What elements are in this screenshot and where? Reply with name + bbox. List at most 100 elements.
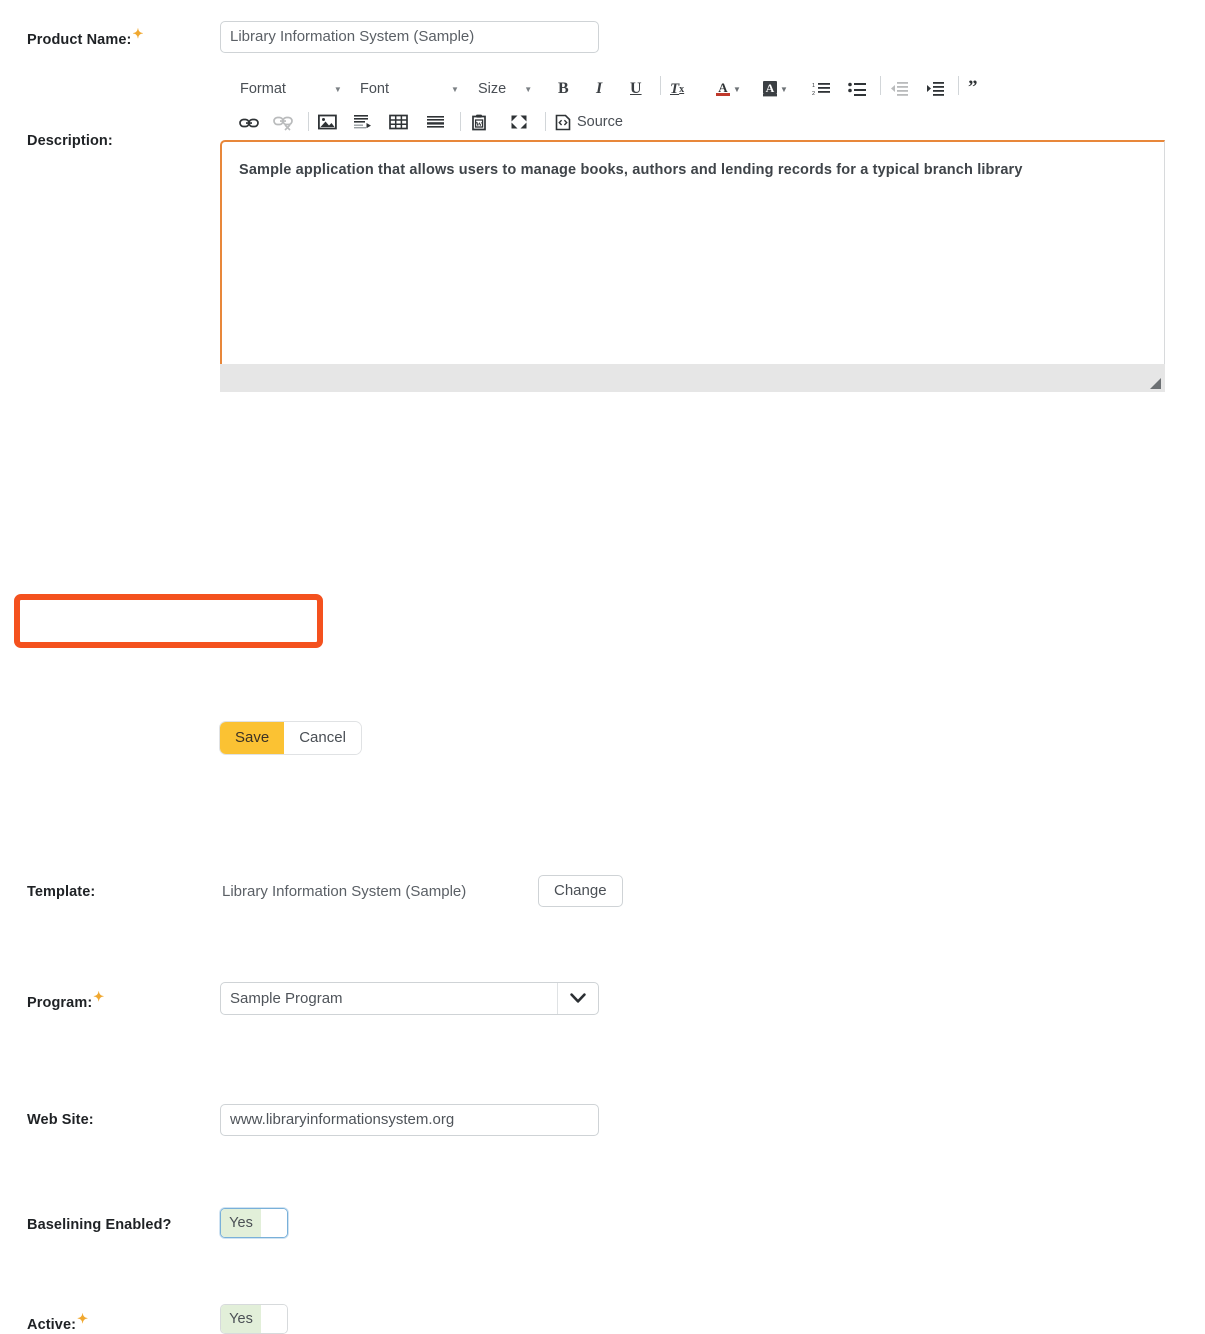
save-button[interactable]: Save: [220, 722, 284, 754]
program-label: Program:✦: [27, 990, 104, 1011]
chevron-down-icon[interactable]: [557, 983, 598, 1014]
active-label-text: Active:: [27, 1317, 76, 1333]
baselining-row: Baselining Enabled? Yes: [0, 604, 1205, 644]
toolbar-separator: [880, 76, 881, 95]
text-color-button[interactable]: A ▼: [715, 74, 741, 104]
italic-button[interactable]: I: [596, 74, 602, 104]
toolbar-separator: [460, 112, 461, 131]
rich-text-editor: Format ▼ Font ▼ Size ▼ B: [220, 70, 1165, 392]
svg-text:2: 2: [812, 91, 815, 97]
chevron-down-icon: ▼: [780, 85, 788, 94]
product-edit-form: Product Name:✦ Library Information Syste…: [0, 0, 1205, 770]
horizontal-rule-button[interactable]: [426, 107, 445, 137]
underline-button[interactable]: U: [630, 74, 642, 104]
active-row: Active:✦ Yes: [0, 652, 1205, 692]
baselining-toggle-value: Yes: [221, 1209, 261, 1237]
format-dropdown[interactable]: Format ▼: [240, 74, 342, 104]
active-toggle[interactable]: Yes: [220, 1304, 288, 1334]
website-row: Web Site: www.libraryinformationsystem.o…: [0, 553, 1205, 597]
active-toggle-track: [261, 1305, 287, 1333]
bulleted-list-button[interactable]: [848, 74, 866, 104]
unlink-icon: [273, 115, 293, 131]
svg-text:1: 1: [812, 83, 815, 89]
baselining-toggle-track: [261, 1209, 287, 1237]
chevron-down-icon: ▼: [334, 85, 342, 94]
link-button[interactable]: [239, 108, 259, 138]
description-row: Description: Format ▼ Font ▼ Size ▼: [0, 62, 1205, 402]
program-row: Program:✦ Sample Program: [0, 492, 1205, 536]
blockquote-icon: ”: [968, 78, 978, 97]
svg-text:A: A: [718, 80, 728, 95]
toolbar-separator: [545, 112, 546, 131]
product-name-input[interactable]: Library Information System (Sample): [220, 21, 599, 53]
change-template-button[interactable]: Change: [538, 875, 623, 907]
blockquote-button[interactable]: ”: [968, 72, 978, 102]
paste-from-word-button[interactable]: W: [471, 107, 489, 137]
table-button[interactable]: [389, 107, 408, 137]
source-button[interactable]: Source: [555, 107, 623, 137]
increase-indent-icon: [926, 81, 944, 97]
source-icon: [555, 114, 571, 131]
baselining-toggle[interactable]: Yes: [220, 1208, 288, 1238]
website-input[interactable]: www.libraryinformationsystem.org: [220, 1104, 599, 1136]
description-editor-text: Sample application that allows users to …: [239, 162, 1023, 178]
description-editor-body[interactable]: Sample application that allows users to …: [220, 140, 1165, 364]
paste-from-word-icon: W: [471, 114, 489, 131]
format-dropdown-label: Format: [240, 81, 286, 97]
page-break-button[interactable]: [353, 107, 372, 137]
page-break-icon: [353, 114, 372, 130]
product-name-label-text: Product Name:: [27, 32, 131, 48]
chevron-down-icon: ▼: [524, 85, 532, 94]
required-star-icon: ✦: [77, 1311, 88, 1326]
size-dropdown-label: Size: [478, 81, 506, 97]
remove-format-button[interactable]: Tx: [670, 74, 684, 104]
active-toggle-value: Yes: [221, 1305, 261, 1333]
maximize-button[interactable]: [510, 107, 528, 137]
form-action-buttons: Save Cancel: [220, 722, 361, 754]
description-label: Description:: [27, 133, 113, 149]
toolbar-separator: [660, 76, 661, 95]
size-dropdown[interactable]: Size ▼: [478, 74, 532, 104]
product-name-label: Product Name:✦: [27, 27, 143, 48]
editor-status-bar: [220, 364, 1165, 392]
website-label: Web Site:: [27, 1112, 94, 1128]
italic-label: I: [596, 80, 602, 98]
bold-label: B: [558, 80, 569, 98]
template-label: Template:: [27, 884, 95, 900]
source-button-label: Source: [577, 114, 623, 130]
program-select-value: Sample Program: [221, 983, 557, 1014]
editor-toolbar-row-1: Format ▼ Font ▼ Size ▼ B: [220, 70, 1165, 104]
font-dropdown-label: Font: [360, 81, 389, 97]
required-star-icon: ✦: [132, 26, 143, 41]
background-color-button[interactable]: A ▼: [762, 74, 788, 104]
bulleted-list-icon: [848, 81, 866, 97]
cancel-button[interactable]: Cancel: [284, 722, 361, 754]
svg-text:A: A: [766, 81, 775, 95]
required-star-icon: ✦: [93, 989, 104, 1004]
numbered-list-button[interactable]: 1 2: [812, 74, 830, 104]
decrease-indent-icon: [890, 81, 908, 97]
active-label: Active:✦: [27, 1312, 88, 1333]
baselining-label: Baselining Enabled?: [27, 1217, 172, 1233]
font-dropdown[interactable]: Font ▼: [360, 74, 459, 104]
resize-handle-icon[interactable]: [1150, 378, 1161, 389]
horizontal-rule-icon: [426, 114, 445, 130]
editor-toolbar-row-2: W: [220, 104, 1165, 138]
increase-indent-button[interactable]: [926, 74, 944, 104]
program-label-text: Program:: [27, 995, 92, 1011]
image-button[interactable]: [318, 107, 337, 137]
toolbar-separator: [308, 112, 309, 131]
svg-text:W: W: [476, 121, 483, 128]
text-color-icon: A: [715, 80, 731, 98]
chevron-down-icon: ▼: [451, 85, 459, 94]
unlink-button[interactable]: [273, 108, 293, 138]
image-icon: [318, 114, 337, 130]
program-select[interactable]: Sample Program: [220, 982, 599, 1015]
decrease-indent-button[interactable]: [890, 74, 908, 104]
toolbar-separator: [958, 76, 959, 95]
editor-toolbar: Format ▼ Font ▼ Size ▼ B: [220, 70, 1165, 140]
template-row: Template: Library Information System (Sa…: [0, 438, 1205, 482]
bold-button[interactable]: B: [558, 74, 569, 104]
underline-label: U: [630, 80, 642, 98]
chevron-down-icon: ▼: [733, 85, 741, 94]
